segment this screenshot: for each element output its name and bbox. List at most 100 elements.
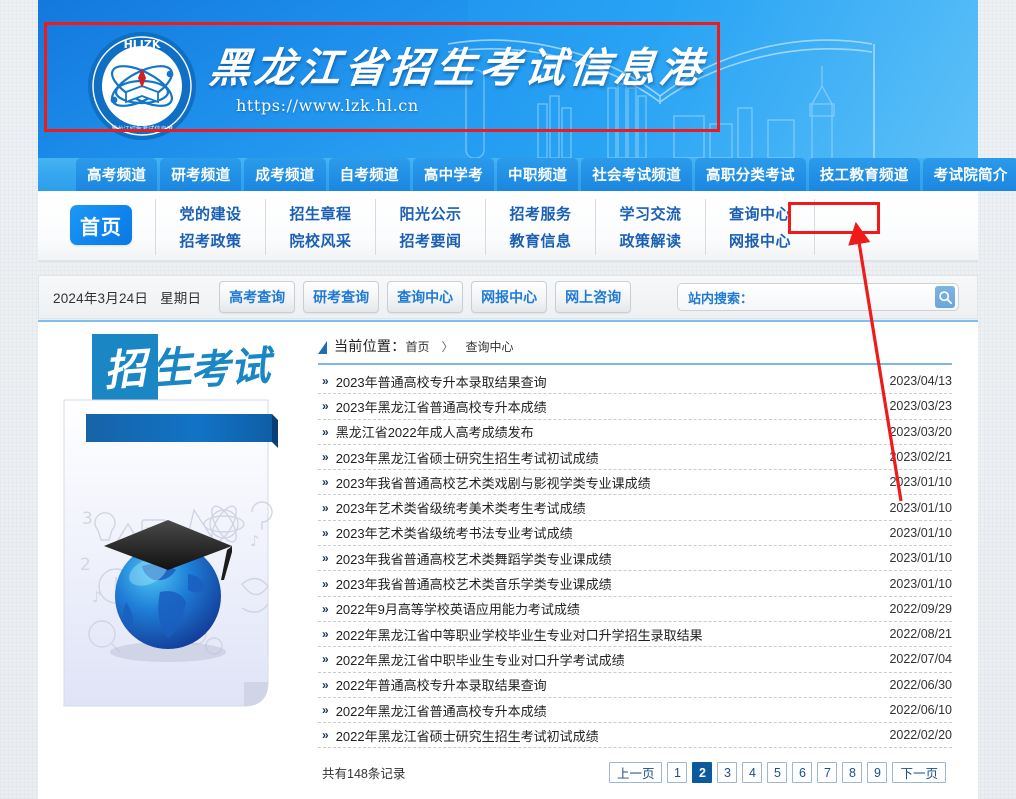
news-title[interactable]: 2023年我省普通高校艺术类舞蹈学类专业课成绩 [336,549,612,568]
pagination-page-4[interactable]: 4 [742,762,763,784]
nav-link-top[interactable]: 党的建设 [179,203,241,224]
quick-link-3[interactable]: 查询中心 [387,281,464,313]
news-row[interactable]: » 2023年黑龙江省普通高校专升本成绩 2023/03/23 [318,394,952,420]
news-row[interactable]: » 2023年黑龙江省硕士研究生招生考试初试成绩 2023/02/21 [318,445,952,471]
channel-tab-6[interactable]: 中职频道 [497,158,579,191]
nav-column-4[interactable]: 招考服务 教育信息 [485,199,595,255]
quick-link-2[interactable]: 研考查询 [303,281,380,313]
nav-link-bottom[interactable]: 院校风采 [289,230,351,251]
pagination-page-1[interactable]: 1 [667,762,688,784]
svg-text:2: 2 [80,555,91,575]
news-date: 2023/03/20 [889,424,952,439]
news-row[interactable]: » 2023年普通高校专升本录取结果查询 2023/04/13 [318,369,952,395]
news-title[interactable]: 2023年我省普通高校艺术类音乐学类专业课成绩 [336,574,612,593]
quick-link-1[interactable]: 高考查询 [219,281,296,313]
channel-tab-8[interactable]: 高职分类考试 [695,158,806,191]
weekday-value: 星期日 [160,291,202,306]
nav-link-top[interactable]: 招考服务 [509,203,571,224]
channel-tab-7[interactable]: 社会考试频道 [581,158,693,191]
channel-tab-5[interactable]: 高中学考 [412,158,495,191]
news-row[interactable]: » 2023年艺术类省级统考书法专业考试成绩 2023/01/10 [318,521,952,547]
news-row[interactable]: » 2023年我省普通高校艺术类舞蹈学类专业课成绩 2023/01/10 [318,546,952,572]
news-date: 2022/06/30 [889,677,952,692]
pagination-page-6[interactable]: 6 [792,762,813,784]
search-input[interactable] [759,286,936,308]
double-chevron-icon: » [322,627,329,642]
news-row[interactable]: » 2022年黑龙江省硕士研究生招生考试初试成绩 2022/02/20 [318,723,952,749]
news-date: 2023/01/10 [889,551,952,566]
news-title[interactable]: 2023年我省普通高校艺术类戏剧与影视学类专业课成绩 [336,473,651,492]
channel-tab-9[interactable]: 技工教育频道 [808,158,920,191]
pagination-prev[interactable]: 上一页 [608,762,663,784]
news-title[interactable]: 2022年黑龙江省普通高校专升本成绩 [336,701,547,720]
pagination-page-2[interactable]: 2 [692,762,713,784]
svg-text:3: 3 [82,509,93,529]
news-row[interactable]: » 2022年黑龙江省中职毕业生专业对口升学考试成绩 2022/07/04 [318,647,952,673]
news-row[interactable]: » 2023年我省普通高校艺术类音乐学类专业课成绩 2023/01/10 [318,571,952,597]
breadcrumb-marker-icon [318,340,327,354]
news-title[interactable]: 2023年艺术类省级统考美术类考生考试成绩 [336,498,586,517]
channel-tab-2[interactable]: 研考频道 [160,158,242,191]
channel-tab-3[interactable]: 成考频道 [244,158,326,191]
nav-column-5[interactable]: 学习交流 政策解读 [595,199,705,255]
svg-text:♪: ♪ [92,588,102,606]
news-row[interactable]: » 2023年我省普通高校艺术类戏剧与影视学类专业课成绩 2023/01/10 [318,470,952,496]
breadcrumb-item-home[interactable]: 首页 [406,338,430,355]
news-row[interactable]: » 2023年艺术类省级统考美术类考生考试成绩 2023/01/10 [318,495,952,521]
news-title[interactable]: 黑龙江省2022年成人高考成绩发布 [336,422,534,441]
quick-link-4[interactable]: 网报中心 [471,281,548,313]
channel-tab-10[interactable]: 考试院简介 [922,158,1016,191]
news-row[interactable]: » 2022年黑龙江省普通高校专升本成绩 2022/06/10 [318,698,952,724]
main-navigation: 首页 党的建设 招考政策 招生章程 院校风采 阳光公示 招考要闻 招考服务 教育信息 学习交流政… [38,191,978,262]
nav-column-6[interactable]: 查询中心 网报中心 [705,199,815,255]
news-title[interactable]: 2022年黑龙江省中等职业学校毕业生专业对口升学招生录取结果 [336,625,703,644]
double-chevron-icon: » [322,576,329,591]
nav-link-bottom[interactable]: 政策解读 [619,230,681,251]
news-date: 2023/01/10 [889,525,952,540]
pagination-page-5[interactable]: 5 [767,762,788,784]
nav-link-top[interactable]: 招生章程 [289,203,351,224]
site-logo[interactable]: HLJZK 黑龙江招生考试信息港 [86,30,198,142]
nav-link-top[interactable]: 查询中心 [729,203,791,224]
nav-link-bottom[interactable]: 招考要闻 [399,230,461,251]
news-title[interactable]: 2023年黑龙江省硕士研究生招生考试初试成绩 [336,448,599,467]
news-title[interactable]: 2022年黑龙江省硕士研究生招生考试初试成绩 [336,726,599,745]
nav-link-top[interactable]: 学习交流 [619,203,681,224]
pagination-next[interactable]: 下一页 [892,762,946,784]
nav-link-bottom[interactable]: 网报中心 [729,230,791,251]
sidebar-promo-card[interactable]: 招生 考试 招 3 2 ♪ ♪ [56,334,288,786]
pagination-page-7[interactable]: 7 [817,762,838,784]
quick-link-5[interactable]: 网上咨询 [555,281,632,313]
news-date: 2023/04/13 [889,374,952,389]
channel-tab-4[interactable]: 自考频道 [328,158,410,191]
news-title[interactable]: 2023年黑龙江省普通高校专升本成绩 [336,397,547,416]
news-title[interactable]: 2022年普通高校专升本录取结果查询 [336,675,547,694]
search-button[interactable] [935,286,955,308]
nav-link-bottom[interactable]: 教育信息 [509,230,571,251]
nav-column-1[interactable]: 党的建设 招考政策 [155,199,265,255]
svg-text:HLJZK: HLJZK [124,38,161,51]
news-row[interactable]: » 2022年黑龙江省中等职业学校毕业生专业对口升学招生录取结果 2022/08/2… [318,622,952,648]
news-title[interactable]: 2022年黑龙江省中职毕业生专业对口升学考试成绩 [336,650,625,669]
pagination-page-8[interactable]: 8 [842,762,863,784]
nav-home-button[interactable]: 首页 [70,205,132,245]
pagination-page-3[interactable]: 3 [717,762,738,784]
news-row[interactable]: » 黑龙江省2022年成人高考成绩发布 2023/03/20 [318,420,952,445]
news-row[interactable]: » 2022年9月高等学校英语应用能力考试成绩 2022/09/29 [318,597,952,622]
double-chevron-icon: » [322,424,329,439]
news-title[interactable]: 2022年9月高等学校英语应用能力考试成绩 [336,599,580,618]
nav-column-2[interactable]: 招生章程 院校风采 [265,199,375,255]
main-column: 当前位置： 首页 〉 查询中心 » 2023年普通高校专升本录取结果查询 2023/… [300,322,978,799]
nav-link-top[interactable]: 阳光公示 [399,203,461,224]
news-title[interactable]: 2023年普通高校专升本录取结果查询 [336,372,547,391]
news-date: 2022/07/04 [889,652,952,667]
nav-column-3[interactable]: 阳光公示 招考要闻 [375,199,485,255]
date-value: 2024年3月24日 [53,291,149,306]
news-title[interactable]: 2023年艺术类省级统考书法专业考试成绩 [336,523,573,542]
channel-tab-1[interactable]: 高考频道 [76,158,158,191]
nav-link-bottom[interactable]: 招考政策 [179,230,241,251]
news-row[interactable]: » 2022年普通高校专升本录取结果查询 2022/06/30 [318,673,952,698]
double-chevron-icon: » [322,728,329,743]
pagination-page-9[interactable]: 9 [867,762,888,784]
news-date: 2023/01/10 [889,475,952,490]
